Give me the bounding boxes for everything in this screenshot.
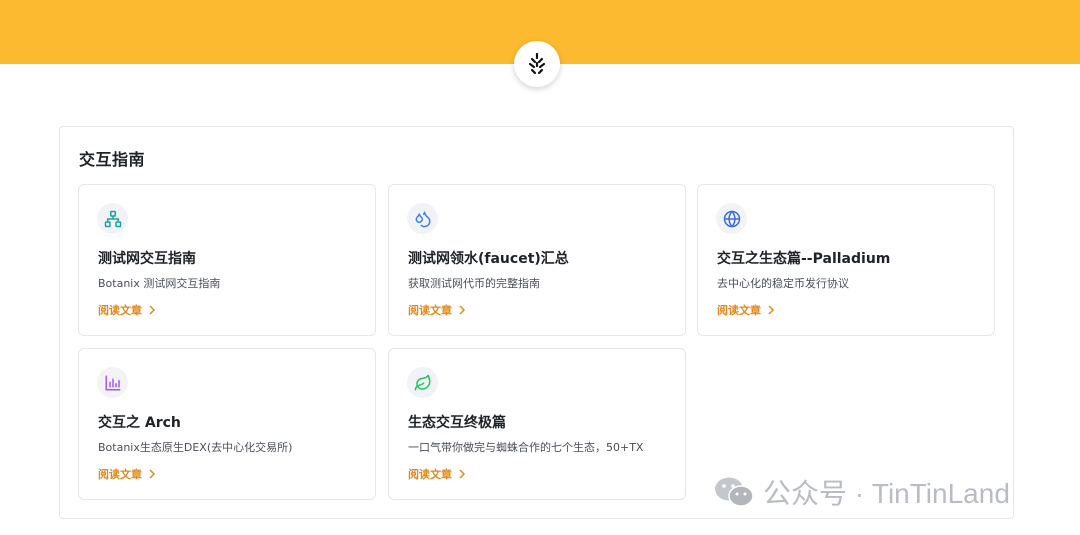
droplets-icon: [407, 203, 438, 234]
globe-icon: [716, 203, 747, 234]
chevron-right-icon: [149, 469, 156, 479]
card-description: 一口气带你做完与蜘蛛合作的七个生态，50+TX: [408, 441, 644, 454]
guide-panel: 交互指南 测试网交互指南 Botanix 测试网交互指南 阅读文章 测试网领水(…: [59, 126, 1014, 519]
card-description: 获取测试网代币的完整指南: [408, 277, 540, 290]
read-article-label: 阅读文章: [98, 468, 142, 481]
card-title: 测试网交互指南: [98, 251, 196, 267]
wechat-watermark: 公众号 · TinTinLand: [713, 472, 1010, 512]
card-palladium[interactable]: 交互之生态篇--Palladium 去中心化的稳定币发行协议 阅读文章: [697, 184, 995, 336]
card-ecosystem-ultimate[interactable]: 生态交互终极篇 一口气带你做完与蜘蛛合作的七个生态，50+TX 阅读文章: [388, 348, 686, 500]
card-faucet-summary[interactable]: 测试网领水(faucet)汇总 获取测试网代币的完整指南 阅读文章: [388, 184, 686, 336]
sitemap-icon: [97, 203, 128, 234]
chevron-right-icon: [459, 305, 466, 315]
read-article-label: 阅读文章: [98, 304, 142, 317]
read-article-label: 阅读文章: [408, 304, 452, 317]
read-article-link[interactable]: 阅读文章: [408, 302, 466, 318]
read-article-link[interactable]: 阅读文章: [408, 466, 466, 482]
logo[interactable]: [514, 41, 560, 87]
bar-chart-icon: [97, 367, 128, 398]
card-arch[interactable]: 交互之 Arch Botanix生态原生DEX(去中心化交易所) 阅读文章: [78, 348, 376, 500]
read-article-link[interactable]: 阅读文章: [98, 466, 156, 482]
card-title: 生态交互终极篇: [408, 415, 506, 431]
chevron-right-icon: [459, 469, 466, 479]
card-title: 交互之生态篇--Palladium: [717, 251, 891, 267]
read-article-label: 阅读文章: [408, 468, 452, 481]
watermark-text: 公众号 · TinTinLand: [763, 478, 1010, 509]
card-description: 去中心化的稳定币发行协议: [717, 277, 849, 290]
card-description: Botanix 测试网交互指南: [98, 277, 221, 290]
card-description: Botanix生态原生DEX(去中心化交易所): [98, 441, 293, 454]
card-title: 交互之 Arch: [98, 415, 181, 431]
chevron-right-icon: [149, 305, 156, 315]
botanix-logo-icon: [528, 52, 546, 75]
read-article-link[interactable]: 阅读文章: [98, 302, 156, 318]
card-title: 测试网领水(faucet)汇总: [408, 251, 569, 267]
chevron-right-icon: [768, 305, 775, 315]
card-testnet-guide[interactable]: 测试网交互指南 Botanix 测试网交互指南 阅读文章: [78, 184, 376, 336]
read-article-link[interactable]: 阅读文章: [717, 302, 775, 318]
section-title: 交互指南: [79, 150, 146, 169]
wechat-icon: [715, 477, 754, 507]
leaf-icon: [407, 367, 438, 398]
read-article-label: 阅读文章: [717, 304, 761, 317]
